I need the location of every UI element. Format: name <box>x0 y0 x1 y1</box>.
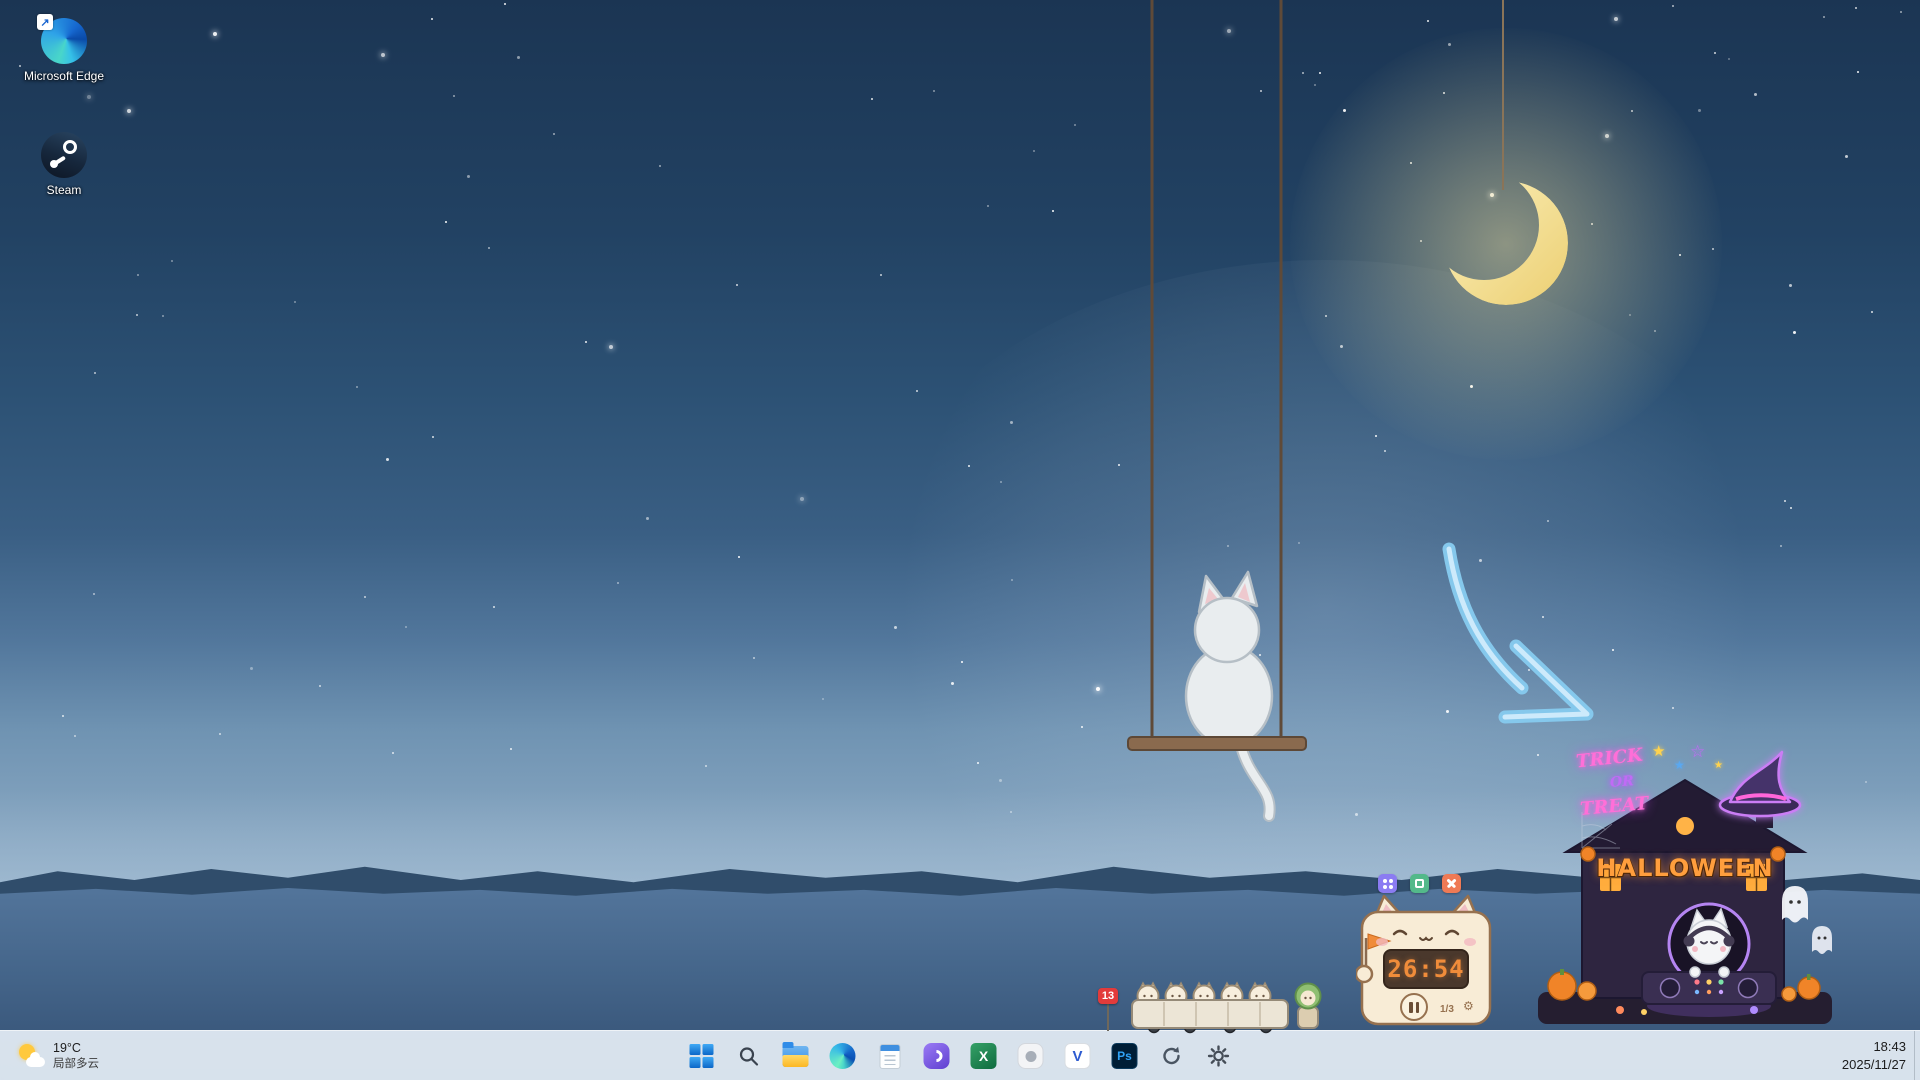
gear-icon <box>1208 1045 1230 1067</box>
timer-display: 26:54 <box>1384 950 1468 988</box>
weather-temperature: 19°C <box>53 1041 99 1057</box>
desktop-icon-steam[interactable]: Steam <box>20 132 108 197</box>
shortcut-arrow-icon: ↗ <box>37 14 53 30</box>
train-conductor <box>1296 984 1321 1029</box>
photoshop-button[interactable]: Ps <box>1105 1036 1145 1076</box>
sync-icon <box>1160 1044 1184 1068</box>
desktop-icon-edge[interactable]: ↗ Microsoft Edge <box>20 18 108 83</box>
halloween-widget[interactable]: TRICK OR TREAT ★ ★ ☆ ★ HALLOWEEN <box>1524 742 1846 1034</box>
purple-app-button[interactable] <box>917 1036 957 1076</box>
pause-button[interactable] <box>1400 993 1428 1021</box>
grid-icon <box>1383 879 1393 889</box>
start-button[interactable] <box>682 1036 722 1076</box>
file-explorer-button[interactable] <box>776 1036 816 1076</box>
v-app-button[interactable]: V <box>1058 1036 1098 1076</box>
halloween-title: HALLOWEEN <box>1564 854 1806 882</box>
edge-icon <box>830 1043 856 1069</box>
doodle-arrow <box>1449 549 1587 717</box>
desktop-icon-label: Microsoft Edge <box>23 69 105 83</box>
clock-widget-menu-button[interactable] <box>1378 874 1397 893</box>
steam-logo-icon <box>41 132 87 178</box>
purple-app-icon <box>924 1043 950 1069</box>
excel-icon: X <box>971 1043 997 1069</box>
photoshop-icon: Ps <box>1112 1043 1138 1069</box>
dj-deck <box>1642 967 1776 1004</box>
desktop: ↗ Microsoft Edge Steam <box>0 0 1920 1080</box>
edge-button[interactable] <box>823 1036 863 1076</box>
cat-train-art <box>1096 980 1336 1036</box>
clock-widget-expand-button[interactable] <box>1410 874 1429 893</box>
taskbar-weather-button[interactable]: 19°C 局部多云 <box>10 1031 107 1080</box>
taskbar: 19°C 局部多云 <box>0 1030 1920 1080</box>
taskbar-date: 2025/11/27 <box>1842 1056 1906 1074</box>
ghosts <box>1782 886 1832 954</box>
star-icon: ☆ <box>1690 742 1705 762</box>
clock-settings-icon[interactable]: ⚙ <box>1463 999 1474 1013</box>
moon-on-string <box>1444 0 1568 305</box>
weather-condition: 局部多云 <box>53 1057 99 1071</box>
cat-train-widget[interactable]: 13 <box>1096 980 1336 1036</box>
windows-logo-icon <box>690 1044 714 1068</box>
notepad-button[interactable] <box>870 1036 910 1076</box>
taskbar-clock[interactable]: 18:43 2025/11/27 <box>1842 1031 1906 1080</box>
star-icon: ★ <box>1652 742 1665 760</box>
witch-hat <box>1720 752 1800 816</box>
halloween-art <box>1524 742 1846 1034</box>
cat-clock-widget[interactable]: 26:54 1/3 ⚙ <box>1356 872 1496 1032</box>
taskbar-time: 18:43 <box>1842 1038 1906 1056</box>
star-icon: ★ <box>1714 760 1723 771</box>
sign-pole <box>1107 1004 1109 1031</box>
v-app-icon: V <box>1065 1043 1091 1069</box>
clock-widget-close-button[interactable] <box>1442 874 1461 893</box>
light-app-icon <box>1018 1043 1044 1069</box>
timer-counter: 1/3 <box>1440 1004 1454 1015</box>
taskbar-app-area: X V Ps <box>682 1031 1239 1080</box>
settings-button[interactable] <box>1199 1036 1239 1076</box>
search-icon <box>738 1045 760 1067</box>
train-badge: 13 <box>1098 988 1118 1004</box>
light-app-button[interactable] <box>1011 1036 1051 1076</box>
cat-on-swing <box>1128 0 1306 816</box>
notepad-icon <box>879 1044 900 1069</box>
star-icon: ★ <box>1674 758 1685 772</box>
desktop-icon-label: Steam <box>23 183 105 197</box>
file-explorer-icon <box>783 1046 809 1067</box>
weather-icon <box>18 1044 45 1068</box>
sync-app-button[interactable] <box>1152 1036 1192 1076</box>
show-desktop-button[interactable] <box>1914 1031 1920 1080</box>
expand-icon <box>1415 879 1424 888</box>
search-button[interactable] <box>729 1036 769 1076</box>
or-text: OR <box>1609 773 1634 791</box>
pause-icon <box>1409 1002 1413 1013</box>
excel-button[interactable]: X <box>964 1036 1004 1076</box>
